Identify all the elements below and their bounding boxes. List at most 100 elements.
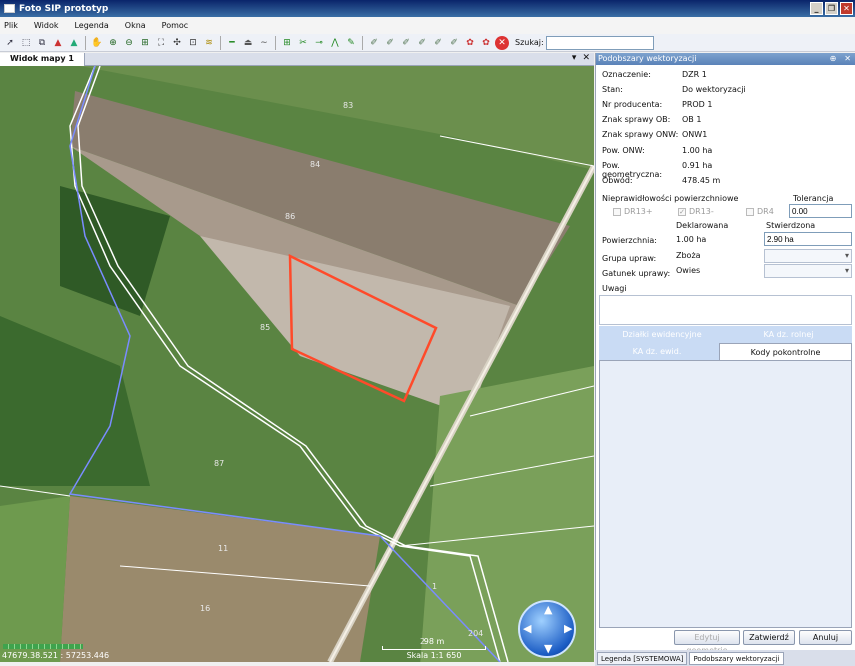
tab-podobszary-wektoryzacji[interactable]: Podobszary wektoryzacji xyxy=(689,651,784,665)
field-row: Znak sprawy ONW: ONW1 xyxy=(602,130,707,139)
tab-map-view[interactable]: Widok mapy 1 xyxy=(0,52,85,66)
nav-up-icon[interactable]: ▲ xyxy=(544,603,552,616)
checkbox-dr13-minus[interactable]: ✓ DR13- xyxy=(678,207,714,216)
measure-curve-icon[interactable]: ∼ xyxy=(257,36,271,50)
scale-bar: 98 m Skala 1:1 650 xyxy=(382,637,486,660)
map-tab-bar: Widok mapy 1 ▾ ✕ xyxy=(0,52,594,66)
node-delete-icon[interactable]: ✐ xyxy=(399,36,413,50)
menu-item-widok[interactable]: Widok xyxy=(34,21,59,30)
nav-down-icon[interactable]: ▼ xyxy=(544,642,552,655)
field-label: Obwód: xyxy=(602,176,633,185)
panel-title: Podobszary wektoryzacji xyxy=(598,54,697,63)
checkbox-dr4[interactable]: DR4 xyxy=(746,207,774,216)
field-value: Do wektoryzacji xyxy=(682,85,746,94)
zoom-rect-icon[interactable]: ⊞ xyxy=(138,36,152,50)
restore-button[interactable]: ❐ xyxy=(825,2,838,15)
tolerance-input[interactable] xyxy=(789,204,852,218)
node-move-icon[interactable]: ✐ xyxy=(383,36,397,50)
split-line-icon[interactable]: ✂ xyxy=(296,36,310,50)
zoom-extent-icon[interactable]: ⛶ xyxy=(154,36,168,50)
tab-dzialki-ewidencyjne[interactable]: Działki ewidencyjne xyxy=(599,326,725,343)
check-mark-icon[interactable]: ✓ xyxy=(678,207,686,216)
layer-red-icon[interactable]: ▲ xyxy=(51,36,65,50)
field-row: Nr producenta: PROD 1 xyxy=(602,100,712,109)
settings-flower2-icon[interactable]: ✿ xyxy=(479,36,493,50)
field-row: Pow. ONW: 1.00 ha xyxy=(602,146,712,155)
notes-textarea[interactable] xyxy=(599,295,852,325)
layers-stack-icon[interactable]: ≋ xyxy=(202,36,216,50)
parcel-label-87: 87 xyxy=(214,459,224,468)
confirm-button[interactable]: Zatwierdź xyxy=(743,630,795,645)
pin-icon[interactable]: ⊕ xyxy=(830,53,837,65)
snap-edge-icon[interactable]: ✐ xyxy=(447,36,461,50)
tab-legenda-systemowa[interactable]: Legenda [SYSTEMOWA] xyxy=(597,651,688,665)
close-button[interactable]: ✕ xyxy=(840,2,853,15)
menu-item-plik[interactable]: Plik xyxy=(4,21,18,30)
minimize-button[interactable]: _ xyxy=(810,2,823,15)
notes-label: Uwagi xyxy=(602,284,627,293)
field-value: 1.00 ha xyxy=(682,146,713,155)
navigation-globe[interactable]: ▲ ▼ ◀ ▶ xyxy=(518,600,576,658)
scale-label: Skala 1:1 650 xyxy=(406,651,462,660)
parcel-label-11: 11 xyxy=(218,544,228,553)
zoom-selection-icon[interactable]: ⊡ xyxy=(186,36,200,50)
vectorization-panel: Podobszary wektoryzacji ⊕ ✕ Oznaczenie: … xyxy=(595,53,855,655)
zoom-in-icon[interactable]: ⊕ xyxy=(106,36,120,50)
add-vertex-icon[interactable]: ⊸ xyxy=(312,36,326,50)
field-label: Pow. ONW: xyxy=(602,146,645,155)
select-area-icon[interactable]: ⬚ xyxy=(19,36,33,50)
edit-geometry-button[interactable]: Edytuj geometrię xyxy=(674,630,740,655)
field-west xyxy=(0,496,70,662)
window-controls: _ ❐ ✕ xyxy=(810,2,853,15)
tab-ka-dz-ewid[interactable]: KA dz. ewid. xyxy=(599,343,715,360)
pan-hand-icon[interactable]: ✋ xyxy=(90,36,104,50)
select-arrow-icon[interactable]: ➚ xyxy=(3,36,17,50)
measure-line-icon[interactable]: ━ xyxy=(225,36,239,50)
search-box: Szukaj: xyxy=(515,35,654,50)
nav-right-icon[interactable]: ▶ xyxy=(564,622,572,635)
crop-type-declared: Owies xyxy=(676,266,701,275)
grid-icon[interactable]: ⊞ xyxy=(280,36,294,50)
tab-dropdown-icon[interactable]: ▾ xyxy=(572,53,577,63)
select-layer-icon[interactable]: ⧉ xyxy=(35,36,49,50)
field-row: Znak sprawy OB: OB 1 xyxy=(602,115,701,124)
panel-controls: ⊕ ✕ xyxy=(830,53,851,65)
measure-area-icon[interactable]: ⏏ xyxy=(241,36,255,50)
parcel-label-86: 86 xyxy=(285,212,295,221)
menu-item-pomoc[interactable]: Pomoc xyxy=(162,21,189,30)
zoom-layer-icon[interactable]: ✣ xyxy=(170,36,184,50)
parcel-label-16: 16 xyxy=(200,604,210,613)
nav-left-icon[interactable]: ◀ xyxy=(523,622,531,635)
menu-item-legenda[interactable]: Legenda xyxy=(74,21,108,30)
crop-group-declared: Zboża xyxy=(676,251,701,260)
settings-flower-icon[interactable]: ✿ xyxy=(463,36,477,50)
tab-close-icon[interactable]: ✕ xyxy=(582,53,590,63)
search-input[interactable] xyxy=(545,35,654,50)
scale-value: 98 m xyxy=(423,637,445,646)
layer-green-icon[interactable]: ▲ xyxy=(67,36,81,50)
area-confirmed-input[interactable] xyxy=(764,232,852,246)
stop-icon[interactable]: ✕ xyxy=(495,35,509,50)
edit-pencil-icon[interactable]: ✎ xyxy=(344,36,358,50)
tab-ka-dz-rolnej[interactable]: KA dz. rolnej xyxy=(725,326,852,343)
crop-group-label: Grupa upraw: xyxy=(602,254,657,263)
tab-kody-pokontrolne[interactable]: Kody pokontrolne xyxy=(719,343,852,360)
node-edit-icon[interactable]: ✐ xyxy=(367,36,381,50)
scale-bar-line xyxy=(382,646,486,650)
checkbox-dr13-plus[interactable]: DR13+ xyxy=(613,207,653,216)
map-canvas[interactable]: 83 84 86 85 87 11 16 1 204 2 47679.38.52… xyxy=(0,66,594,662)
snap-icon[interactable]: ✐ xyxy=(415,36,429,50)
draw-line-icon[interactable]: ⋀ xyxy=(328,36,342,50)
checkbox-box[interactable] xyxy=(746,207,754,216)
crop-group-select[interactable]: ▾ xyxy=(764,249,852,263)
snap-vertex-icon[interactable]: ✐ xyxy=(431,36,445,50)
area-declared-value: 1.00 ha xyxy=(676,235,707,244)
checkbox-box[interactable] xyxy=(613,207,621,216)
zoom-out-icon[interactable]: ⊖ xyxy=(122,36,136,50)
map-tab-controls: ▾ ✕ xyxy=(572,53,590,63)
crop-type-label: Gatunek uprawy: xyxy=(602,269,671,278)
menu-item-okna[interactable]: Okna xyxy=(125,21,146,30)
crop-type-select[interactable]: ▾ xyxy=(764,264,852,278)
cancel-button[interactable]: Anuluj xyxy=(799,630,852,645)
panel-close-icon[interactable]: ✕ xyxy=(844,53,851,65)
